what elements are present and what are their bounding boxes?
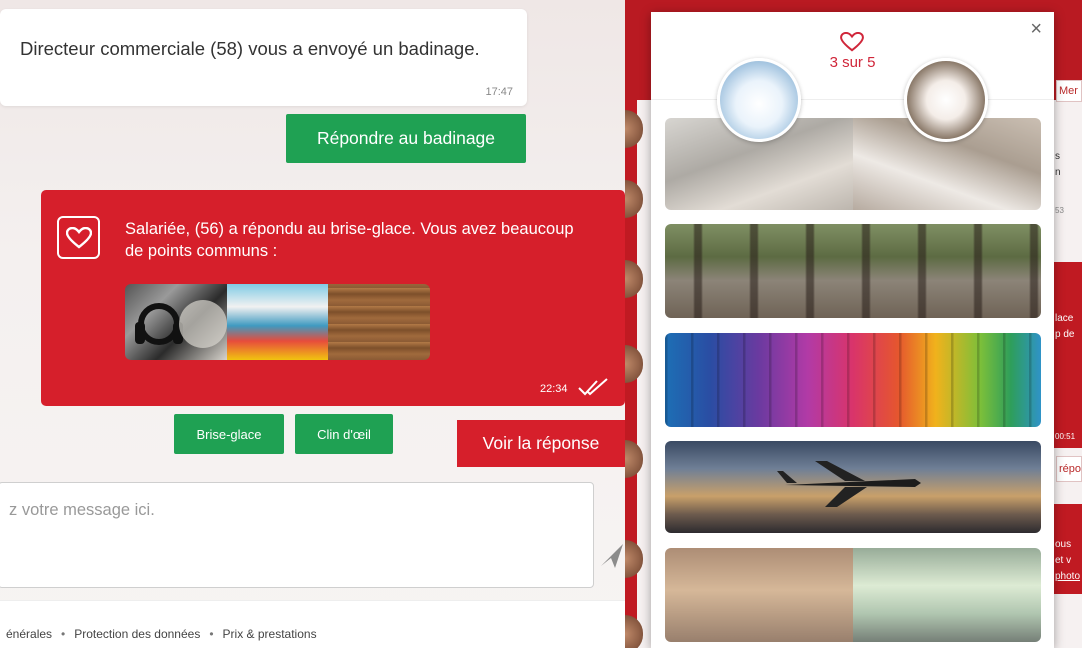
send-icon[interactable]: [599, 540, 625, 570]
menu-chip[interactable]: Mer: [1056, 80, 1082, 102]
icebreaker-card: Salariée, (56) a répondu au brise-glace.…: [41, 190, 625, 406]
wood-thumbnail[interactable]: [328, 284, 430, 360]
edge-text: n: [1055, 167, 1061, 178]
view-answer-button[interactable]: Voir la réponse: [457, 420, 625, 467]
music-thumbnail[interactable]: [125, 284, 227, 360]
incoming-message-bubble: Directeur commerciale (58) vous a envoyé…: [0, 9, 527, 106]
interest-image: [665, 224, 1041, 318]
answer-chip[interactable]: répo: [1056, 456, 1082, 482]
heart-icon: [840, 32, 864, 52]
edge-text: lace: [1055, 313, 1074, 324]
common-interests-thumbnails[interactable]: [125, 284, 430, 360]
food-thumbnail[interactable]: [226, 284, 329, 360]
chat-panel: Directeur commerciale (58) vous a envoyé…: [0, 0, 625, 648]
incoming-message-time: 17:47: [485, 86, 513, 98]
edge-time: 53: [1055, 206, 1064, 215]
modal-header: × 3 sur 5: [651, 12, 1054, 100]
icebreaker-button[interactable]: Brise-glace: [174, 414, 284, 454]
match-count: 3 sur 5: [829, 54, 876, 71]
interest-tile[interactable]: [665, 548, 1041, 642]
close-icon[interactable]: ×: [1030, 18, 1042, 41]
edge-red-card: [1053, 262, 1082, 448]
interest-tile-colors[interactable]: [665, 333, 1041, 427]
icebreaker-text: Salariée, (56) a répondu au brise-glace.…: [125, 220, 574, 261]
footer-link-terms[interactable]: énérales: [6, 627, 52, 641]
common-interests-modal: × 3 sur 5: [651, 12, 1054, 648]
wink-button[interactable]: Clin d'œil: [295, 414, 393, 454]
avatar: [904, 58, 988, 142]
edge-text: s: [1055, 151, 1060, 162]
footer-link-pricing[interactable]: Prix & prestations: [223, 627, 317, 641]
edge-text: p de: [1055, 329, 1075, 340]
footer: énérales • Protection des données • Prix & p…: [0, 600, 625, 648]
double-check-icon: [578, 378, 608, 396]
edge-link[interactable]: photo: [1055, 570, 1080, 583]
footer-link-privacy[interactable]: Protection des données: [74, 627, 200, 641]
edge-text: et v: [1055, 555, 1072, 566]
footer-links: énérales • Protection des données • Prix & p…: [6, 627, 317, 641]
edge-time: 00:51: [1055, 432, 1076, 441]
icebreaker-time: 22:34: [540, 383, 568, 395]
interest-tile-travel[interactable]: [665, 441, 1041, 533]
interest-tile[interactable]: [665, 118, 1041, 210]
interest-tile-running[interactable]: [665, 224, 1041, 318]
message-input[interactable]: z votre message ici.: [0, 482, 594, 588]
message-input-placeholder: z votre message ici.: [9, 501, 155, 519]
reply-flirt-button[interactable]: Répondre au badinage: [286, 114, 526, 163]
incoming-message-text: Directeur commerciale (58) vous a envoyé…: [20, 38, 480, 59]
interest-image: [665, 548, 853, 642]
airplane-icon: [777, 461, 921, 507]
avatar: [717, 58, 801, 142]
interest-image: [853, 548, 1041, 642]
edge-text: ous: [1055, 539, 1072, 550]
heart-icon: [57, 216, 100, 259]
interest-image: [665, 333, 1041, 427]
